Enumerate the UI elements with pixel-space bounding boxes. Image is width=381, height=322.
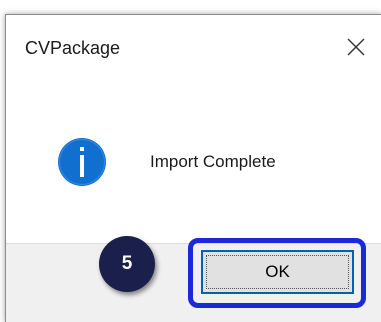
close-icon — [347, 38, 365, 56]
ok-button-label: OK — [265, 262, 290, 281]
info-icon — [58, 138, 106, 186]
dialog-message: Import Complete — [150, 152, 276, 171]
screenshot-stage: CVPackage Import Complete 5 OK — [0, 0, 381, 322]
close-button[interactable] — [336, 27, 376, 67]
ok-button[interactable]: OK — [201, 250, 354, 294]
step-number-badge: 5 — [99, 236, 155, 292]
dialog-content: Import Complete — [6, 82, 381, 243]
dialog-titlebar: CVPackage — [6, 15, 381, 82]
dialog-title: CVPackage — [25, 38, 121, 58]
